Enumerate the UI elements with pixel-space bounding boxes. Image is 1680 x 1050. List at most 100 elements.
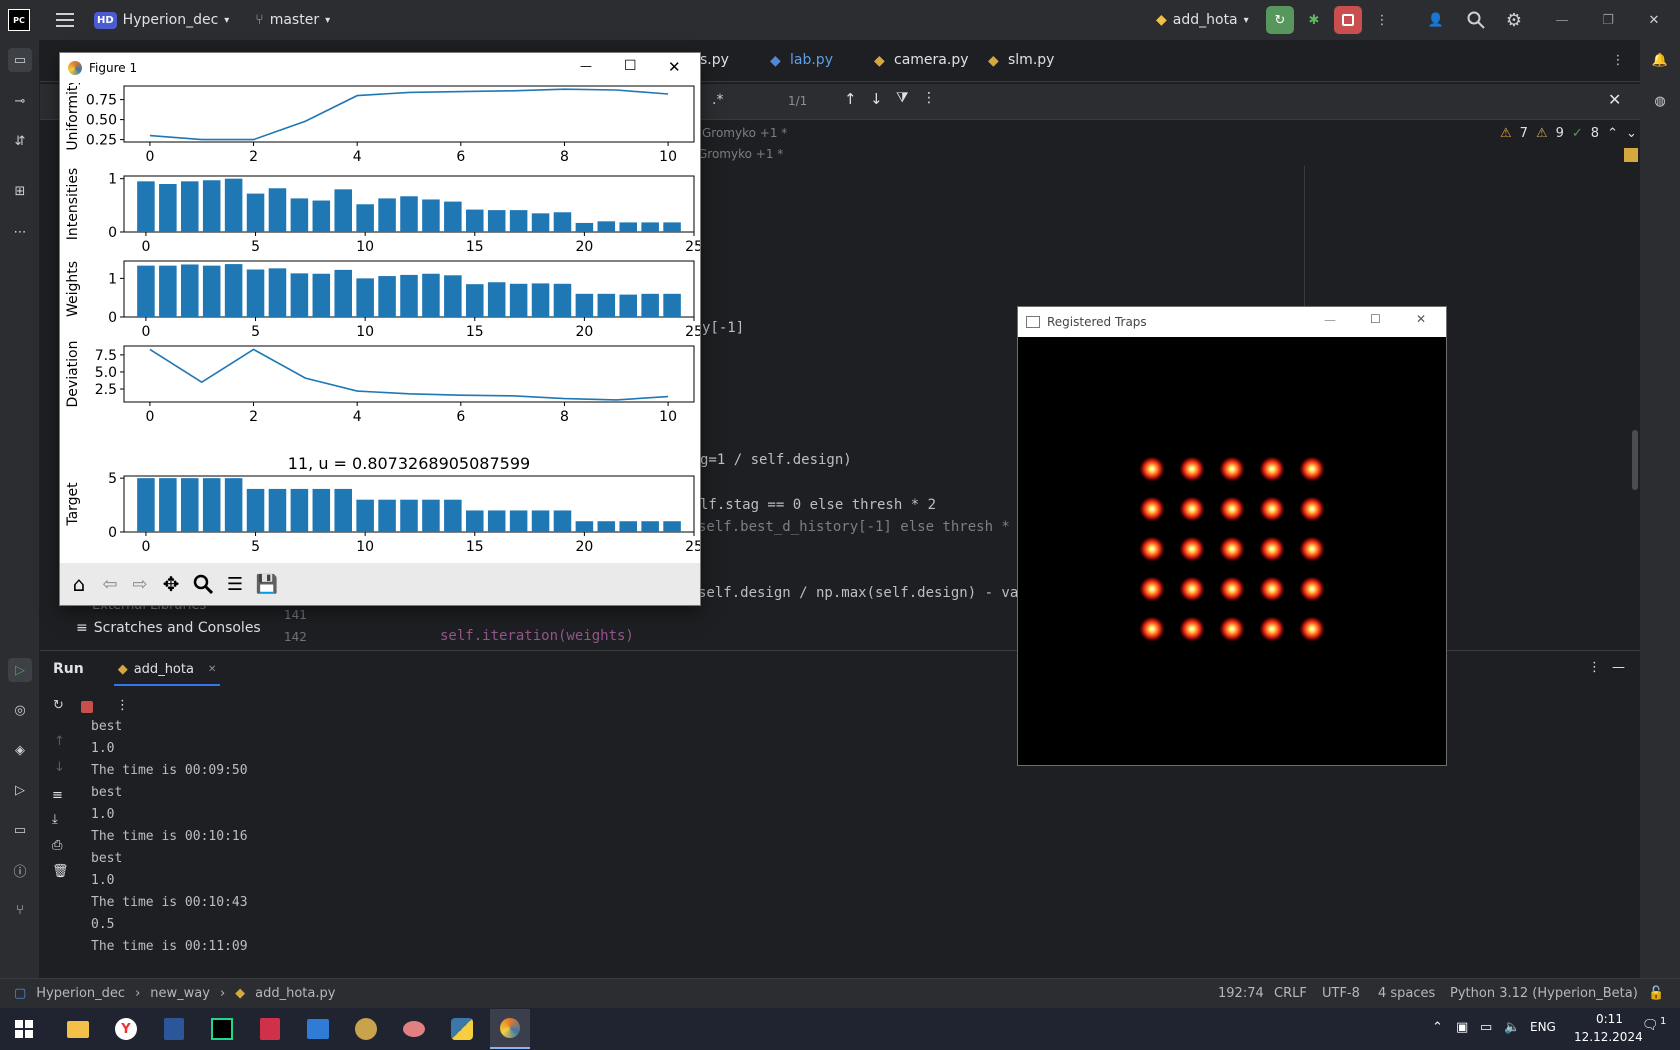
previous-match-icon[interactable]: ↑	[844, 90, 857, 108]
more-tools-icon[interactable]: ⋯	[8, 220, 32, 244]
mathcad-icon[interactable]	[250, 1009, 290, 1049]
close-window-icon[interactable]: ✕	[1416, 312, 1426, 326]
back-icon[interactable]: ⇦	[98, 571, 122, 597]
add-user-icon[interactable]: 👤	[1424, 8, 1448, 32]
pan-icon[interactable]: ✥	[158, 571, 184, 597]
scroll-down-icon[interactable]: ↓	[54, 760, 65, 775]
indent-setting[interactable]: 4 spaces	[1378, 986, 1435, 1001]
close-find-icon[interactable]: ✕	[1608, 90, 1621, 109]
ai-assistant-icon[interactable]: ◍	[1648, 89, 1672, 113]
run-tab[interactable]: ◆ add_hota ✕	[113, 653, 221, 686]
terminal-icon[interactable]: ▭	[8, 818, 32, 842]
scroll-up-icon[interactable]: ↑	[54, 734, 65, 749]
chevron-down-icon[interactable]: ⌄	[1626, 126, 1637, 141]
file-encoding[interactable]: UTF-8	[1322, 986, 1360, 1001]
clear-all-icon[interactable]: 🗑	[52, 864, 69, 879]
volume-icon[interactable]: 🔈	[1504, 1020, 1520, 1035]
debug-icon[interactable]: ✱	[1302, 8, 1326, 32]
figure-canvas[interactable]: 0 2 4 6 8 100.250.500.75Uniformity0 5 10 15 20 250…	[60, 83, 700, 563]
python-taskbar-icon[interactable]	[442, 1009, 482, 1049]
file-explorer-icon[interactable]	[58, 1009, 98, 1049]
maximize-window-icon[interactable]: ☐	[624, 58, 637, 74]
search-icon[interactable]	[1464, 8, 1488, 32]
project-folder-icon[interactable]: ▭	[8, 48, 32, 72]
home-icon[interactable]: ⌂	[66, 571, 92, 597]
pull-request-icon[interactable]: ⇵	[8, 129, 32, 153]
breadcrumb-item[interactable]: Hyperion_dec	[36, 986, 125, 1001]
project-tree-item[interactable]: ≡ Scratches and Consoles	[76, 620, 261, 636]
app-icon[interactable]	[394, 1009, 434, 1049]
rerun-button[interactable]: ↻	[1266, 6, 1294, 34]
stop-button[interactable]	[1334, 6, 1362, 34]
minimize-window-icon[interactable]: —	[580, 59, 592, 73]
maximize-window-icon[interactable]: ☐	[1370, 312, 1381, 326]
minimize-window-icon[interactable]: —	[1548, 8, 1576, 32]
tray-display-icon[interactable]: ▭	[1480, 1020, 1492, 1035]
project-switcher[interactable]: HD Hyperion_dec ▾	[94, 11, 229, 29]
close-tab-icon[interactable]: ✕	[208, 664, 216, 675]
chevron-up-icon[interactable]: ⌃	[1607, 126, 1618, 141]
tabs-more-icon[interactable]: ⋮	[1608, 50, 1628, 70]
close-window-icon[interactable]: ✕	[1640, 8, 1668, 32]
stop-icon[interactable]	[81, 701, 93, 713]
minimize-window-icon[interactable]: —	[1324, 313, 1336, 327]
pycharm-taskbar-icon[interactable]	[202, 1009, 242, 1049]
python-console-icon[interactable]: ◎	[8, 698, 32, 722]
services-icon[interactable]: ▷	[8, 778, 32, 802]
hide-panel-icon[interactable]: —	[1612, 660, 1625, 675]
inspection-widget[interactable]: ⚠ 7 ⚠ 9 ✓ 8 ⌃ ⌄	[1500, 126, 1637, 141]
rerun-icon[interactable]: ↻	[53, 698, 64, 713]
close-window-icon[interactable]: ✕	[668, 58, 681, 76]
scroll-to-end-icon[interactable]: ⤓	[52, 812, 58, 827]
settings-gear-icon[interactable]: ⚙	[1502, 8, 1526, 32]
notifications-bell-icon[interactable]: 🔔	[1648, 48, 1672, 72]
photos-icon[interactable]	[298, 1009, 338, 1049]
breadcrumb-item[interactable]: add_hota.py	[255, 986, 335, 1001]
find-more-icon[interactable]: ⋮	[922, 90, 936, 106]
paint-icon[interactable]	[346, 1009, 386, 1049]
next-match-icon[interactable]: ↓	[870, 90, 883, 108]
commit-icon[interactable]: ⊸	[8, 89, 32, 113]
tray-app-icon[interactable]: ▣	[1456, 1020, 1468, 1035]
tray-date[interactable]: 12.12.2024	[1574, 1030, 1643, 1044]
zoom-icon[interactable]	[190, 571, 216, 597]
notification-center-icon[interactable]: 🗨	[1642, 1018, 1659, 1033]
tray-expand-icon[interactable]: ⌃	[1432, 1020, 1443, 1035]
soft-wrap-icon[interactable]: ≡	[52, 788, 63, 803]
print-icon[interactable]: ⎙	[52, 838, 62, 853]
python-packages-icon[interactable]: ◈	[8, 738, 32, 762]
breadcrumb-item[interactable]: new_way	[150, 986, 210, 1001]
run-config-selector[interactable]: ◆ add_hota ▾	[1156, 12, 1249, 28]
regex-toggle[interactable]: .*	[712, 92, 723, 108]
matplotlib-taskbar-icon[interactable]	[490, 1009, 530, 1049]
run-more-icon[interactable]: ⋮	[116, 698, 129, 713]
tab-lab[interactable]: ◆ lab.py	[770, 52, 833, 69]
filter-icon[interactable]: ⧩	[896, 90, 909, 106]
python-interpreter[interactable]: Python 3.12 (Hyperion_Beta)	[1450, 986, 1638, 1001]
git-icon[interactable]: ⑂	[8, 898, 32, 922]
structure-icon[interactable]: ⊞	[8, 179, 32, 203]
tab-camera[interactable]: ◆ camera.py	[874, 52, 968, 69]
subplots-config-icon[interactable]: ☰	[222, 571, 248, 597]
tray-time[interactable]: 0:11	[1596, 1012, 1623, 1026]
word-icon[interactable]	[154, 1009, 194, 1049]
main-menu-icon[interactable]	[54, 9, 76, 31]
caret-position[interactable]: 192:74	[1218, 986, 1264, 1001]
windows-start-icon[interactable]	[4, 1009, 44, 1049]
lock-icon[interactable]: 🔓	[1648, 986, 1664, 1001]
run-options-icon[interactable]: ⋮	[1588, 660, 1601, 675]
editor-scrollbar[interactable]	[1632, 430, 1638, 490]
restore-window-icon[interactable]: ❐	[1594, 8, 1622, 32]
forward-icon[interactable]: ⇨	[128, 571, 152, 597]
tab-partial[interactable]: s.py	[700, 52, 729, 68]
save-figure-icon[interactable]: 💾	[254, 571, 280, 597]
run-tool-icon[interactable]: ▷	[8, 658, 32, 682]
branch-switcher[interactable]: ⑂ master ▾	[255, 12, 330, 28]
problems-icon[interactable]: ⓘ	[8, 858, 32, 882]
tray-language[interactable]: ENG	[1530, 1020, 1556, 1034]
more-icon[interactable]: ⋮	[1372, 8, 1392, 32]
yandex-browser-icon[interactable]: Y	[106, 1009, 146, 1049]
tab-slm[interactable]: ◆ slm.py	[988, 52, 1054, 69]
line-separator[interactable]: CRLF	[1274, 986, 1307, 1001]
error-stripe-mark	[1624, 148, 1638, 162]
